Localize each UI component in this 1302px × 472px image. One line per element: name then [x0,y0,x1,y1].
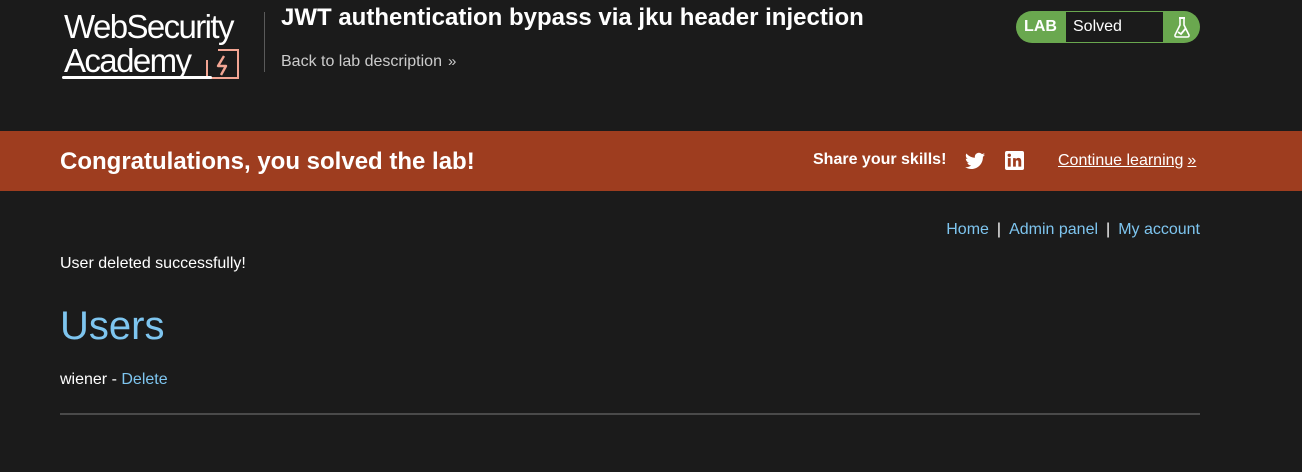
user-name: wiener [60,371,108,388]
nav-separator: | [996,221,1002,238]
users-heading: Users [60,304,165,348]
header-divider [264,12,265,72]
lab-status-label: LAB [1024,18,1057,35]
nav-home-link[interactable]: Home [946,221,989,238]
continue-learning-link[interactable]: Continue learning» [1058,152,1196,170]
top-nav: Home | Admin panel | My account [946,221,1200,239]
back-to-description-link[interactable]: Back to lab description » [281,53,456,71]
academy-logo[interactable]: WebSecurity Academy [62,8,262,82]
logo-text-line1: WebSecurity [64,8,234,45]
back-link-label: Back to lab description [281,53,442,70]
lab-status-value: Solved [1065,11,1164,43]
lab-title: JWT authentication bypass via jku header… [281,4,864,31]
nav-separator: | [1106,221,1111,238]
nav-my-account-link[interactable]: My account [1118,221,1200,238]
lightning-bolt-icon [206,49,239,79]
nav-admin-panel-link[interactable]: Admin panel [1009,221,1098,238]
double-chevron-right-icon: » [447,53,457,70]
user-separator: - [107,371,122,388]
double-chevron-right-icon: » [1187,152,1197,169]
flask-icon [1164,11,1200,43]
delete-user-link[interactable]: Delete [121,371,167,388]
logo-underline [62,76,212,79]
page-header: WebSecurity Academy JWT authentication b… [0,0,1302,131]
solved-banner: Congratulations, you solved the lab! Sha… [0,131,1302,191]
user-list-item: wiener - Delete [60,371,168,389]
horizontal-rule [60,413,1200,415]
lab-status-badge: LAB Solved [1016,11,1200,43]
twitter-icon[interactable] [965,152,985,170]
share-skills-label: Share your skills! [813,151,947,168]
continue-learning-label: Continue learning [1058,152,1184,169]
deletion-success-message: User deleted successfully! [60,255,246,272]
linkedin-icon[interactable] [1005,151,1024,170]
logo-text-line2: Academy [64,42,192,79]
congratulations-message: Congratulations, you solved the lab! [60,148,475,175]
